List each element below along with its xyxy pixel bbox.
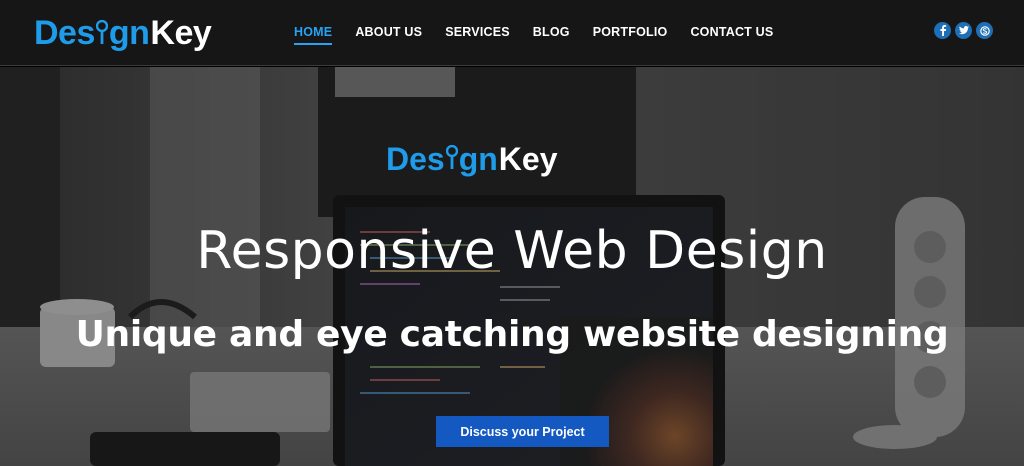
social-links xyxy=(934,22,993,39)
skype-icon[interactable] xyxy=(976,22,993,39)
key-icon xyxy=(95,20,108,50)
nav-item-home[interactable]: HOME xyxy=(294,0,333,64)
nav-item-contact-us[interactable]: CONTACT US xyxy=(690,0,773,64)
key-icon xyxy=(445,145,458,175)
hero-logo-text-part3: Key xyxy=(498,141,558,177)
hero-section: Des gn Key Responsive Web Design Unique … xyxy=(0,67,1024,466)
facebook-icon[interactable] xyxy=(934,22,951,39)
logo-text-part3: Key xyxy=(150,14,212,52)
hero-logo-text-part1: Des xyxy=(386,141,445,177)
hero-subtitle: Unique and eye catching website designin… xyxy=(75,314,949,355)
hero-logo-text-part2: gn xyxy=(458,141,498,177)
twitter-icon[interactable] xyxy=(955,22,972,39)
logo-text-part1: Des xyxy=(34,14,95,52)
discuss-project-button[interactable]: Discuss your Project xyxy=(436,416,609,447)
header-logo[interactable]: Des gn Key xyxy=(34,10,212,52)
nav-item-services[interactable]: SERVICES xyxy=(445,0,510,64)
site-header: Des gn Key HOME ABOUT US SERVICES BLOG P… xyxy=(0,0,1024,66)
nav-item-about-us[interactable]: ABOUT US xyxy=(355,0,422,64)
nav-item-blog[interactable]: BLOG xyxy=(533,0,570,64)
hero-logo: Des gn Key xyxy=(386,135,558,175)
hero-title: Responsive Web Design xyxy=(196,221,828,281)
logo-text-part2: gn xyxy=(108,14,150,52)
nav-item-portfolio[interactable]: PORTFOLIO xyxy=(593,0,668,64)
main-nav: HOME ABOUT US SERVICES BLOG PORTFOLIO CO… xyxy=(294,0,796,64)
